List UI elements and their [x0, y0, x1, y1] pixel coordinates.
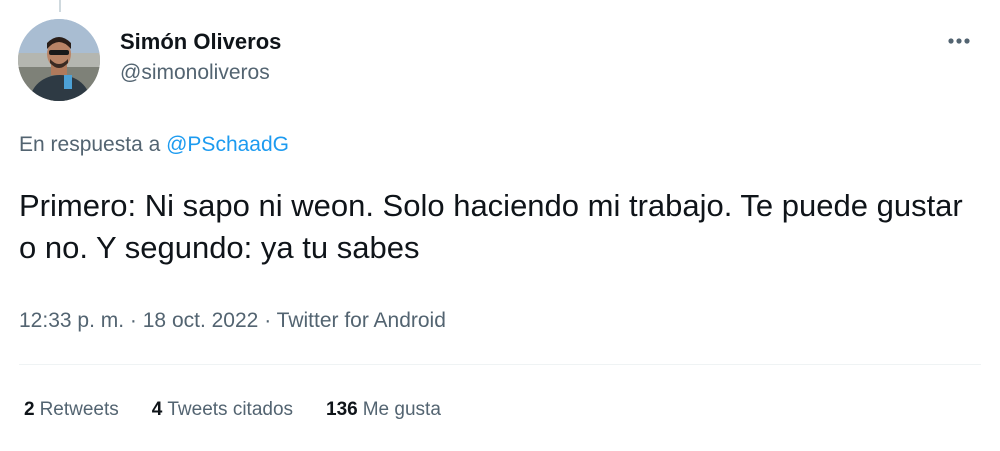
author-info: Simón Oliveros @simonoliveros	[120, 28, 281, 87]
tweet-time-link[interactable]: 12:33 p. m.	[19, 309, 124, 332]
likes-count: 136	[326, 399, 358, 420]
likes-label: Me gusta	[362, 399, 441, 420]
more-options-button[interactable]	[942, 29, 976, 53]
reply-mention-link[interactable]: @PSchaadG	[166, 133, 289, 156]
thread-connector-line	[59, 0, 61, 12]
user-avatar[interactable]	[18, 19, 100, 101]
author-display-name[interactable]: Simón Oliveros	[120, 28, 281, 56]
stats-divider	[19, 364, 981, 365]
tweet-header: Simón Oliveros @simonoliveros	[18, 19, 982, 103]
author-handle[interactable]: @simonoliveros	[120, 59, 281, 87]
reply-prefix: En respuesta a	[19, 133, 161, 156]
tweet-metadata: 12:33 p. m. · 18 oct. 2022 · Twitter for…	[19, 307, 446, 335]
retweets-label: Retweets	[39, 399, 119, 420]
retweets-count: 2	[24, 399, 35, 420]
tweet-source-link[interactable]: Twitter for Android	[277, 309, 446, 332]
tweet-date-link[interactable]: 18 oct. 2022	[143, 309, 259, 332]
meta-separator: ·	[129, 309, 137, 332]
more-dots-icon	[948, 38, 970, 44]
reply-context: En respuesta a @PSchaadG	[19, 131, 289, 159]
quote-tweets-label: Tweets citados	[167, 399, 294, 420]
engagement-stats: 2 Retweets 4 Tweets citados 136 Me gusta	[24, 397, 474, 423]
likes-stat[interactable]: 136 Me gusta	[326, 397, 441, 423]
avatar-photo-icon	[18, 19, 100, 101]
quote-tweets-count: 4	[151, 399, 163, 420]
meta-separator: ·	[264, 309, 272, 332]
tweet-text: Primero: Ni sapo ni weon. Solo haciendo …	[19, 188, 963, 265]
quote-tweets-stat[interactable]: 4 Tweets citados	[152, 397, 293, 423]
retweets-stat[interactable]: 2 Retweets	[24, 397, 119, 423]
